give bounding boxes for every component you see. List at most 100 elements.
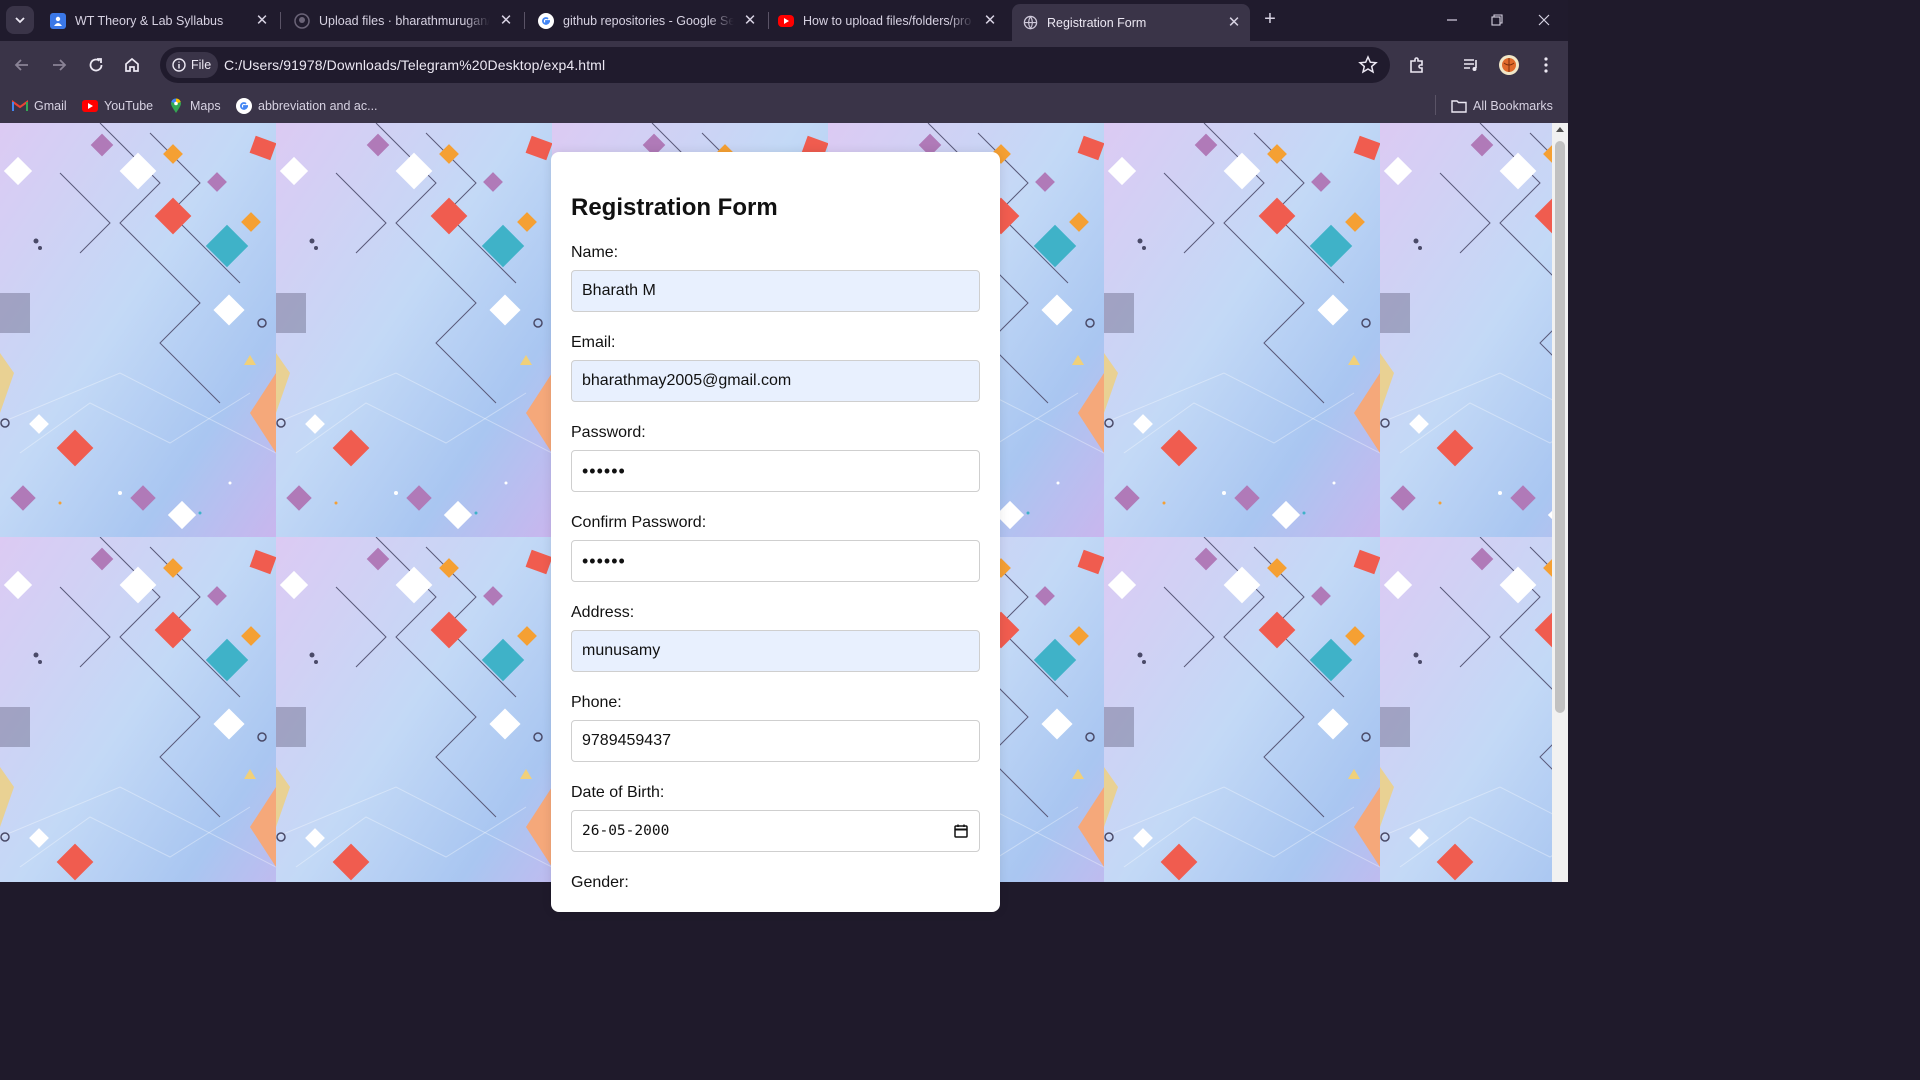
background-tile [1104, 123, 1380, 537]
background-tile [276, 123, 552, 537]
minimize-button[interactable] [1440, 8, 1464, 32]
arrow-left-icon [14, 59, 28, 71]
dob-input[interactable]: 26-05-2000 [571, 810, 980, 852]
registration-form-card: Registration Form Name: Bharath M Email:… [551, 152, 1000, 912]
background-tile [0, 123, 276, 537]
confirm-password-label: Confirm Password: [571, 514, 707, 531]
gender-label: Gender: [571, 874, 629, 891]
reload-button[interactable] [82, 51, 110, 79]
password-label: Password: [571, 424, 646, 441]
extensions-button[interactable] [1405, 53, 1429, 77]
google-icon [538, 12, 554, 29]
close-icon[interactable]: ✕ [496, 11, 516, 31]
email-label: Email: [571, 334, 616, 351]
bookmark-label: Gmail [34, 99, 67, 113]
scrollbar-thumb[interactable] [1555, 141, 1565, 713]
address-label: Address: [571, 604, 635, 621]
name-input[interactable]: Bharath M [571, 270, 980, 312]
google-classroom-icon [50, 12, 66, 29]
tab-title: How to upload files/folders/pro [803, 13, 972, 28]
bookmarks-divider [1435, 95, 1436, 115]
address-bar[interactable]: File C:/Users/91978/Downloads/Telegram%2… [160, 47, 1390, 83]
bookmark-abbreviation[interactable]: abbreviation and ac... [236, 95, 378, 117]
tab-search-button[interactable] [6, 6, 34, 34]
tab-title: WT Theory & Lab Syllabus [75, 13, 224, 28]
password-input[interactable]: •••••• [571, 450, 980, 492]
name-label: Name: [571, 244, 619, 261]
info-icon [172, 58, 186, 72]
tab-title: Upload files · bharathmurugan/ [319, 13, 490, 28]
phone-input[interactable]: 9789459437 [571, 720, 980, 762]
email-value: bharathmay2005@gmail.com [582, 372, 792, 389]
calendar-icon[interactable] [953, 823, 969, 839]
tab-upload-files[interactable]: Upload files · bharathmurugan/ ✕ [284, 4, 522, 37]
restore-icon [1491, 14, 1503, 26]
close-icon [1538, 14, 1550, 26]
bookmark-label: Maps [190, 99, 221, 113]
bookmark-label: abbreviation and ac... [258, 99, 378, 113]
confirm-password-value: •••••• [582, 550, 626, 571]
background-tile [0, 537, 276, 882]
close-icon[interactable]: ✕ [1224, 13, 1244, 33]
vertical-scrollbar[interactable] [1552, 123, 1568, 882]
address-value: munusamy [582, 642, 661, 659]
background-tile [276, 537, 552, 882]
url-text[interactable]: C:/Users/91978/Downloads/Telegram%20Desk… [224, 57, 605, 73]
phone-value: 9789459437 [582, 732, 671, 749]
globe-icon [1022, 15, 1038, 31]
window-close-button[interactable] [1532, 8, 1556, 32]
address-input[interactable]: munusamy [571, 630, 980, 672]
scroll-up-arrow-icon[interactable] [1556, 127, 1564, 132]
youtube-icon [82, 98, 98, 114]
forward-button[interactable] [45, 51, 73, 79]
form-title: Registration Form [571, 194, 778, 221]
new-tab-button[interactable]: + [1258, 8, 1282, 32]
tab-strip: WT Theory & Lab Syllabus ✕ Upload files … [0, 0, 1568, 41]
close-icon[interactable]: ✕ [740, 11, 760, 31]
home-icon [125, 57, 139, 72]
tab-wt-theory[interactable]: WT Theory & Lab Syllabus ✕ [40, 4, 278, 37]
chip-label: File [191, 58, 212, 72]
all-bookmarks-label: All Bookmarks [1473, 99, 1553, 113]
background-tile [1380, 123, 1552, 537]
minimize-icon [1447, 19, 1457, 21]
bookmark-star-icon[interactable] [1358, 55, 1378, 75]
confirm-password-input[interactable]: •••••• [571, 540, 980, 582]
youtube-icon [778, 14, 794, 27]
queue-music-icon [1464, 59, 1477, 71]
tab-registration-form[interactable]: Registration Form ✕ [1012, 4, 1250, 41]
home-button[interactable] [118, 51, 146, 79]
profile-avatar[interactable] [1497, 53, 1521, 77]
all-bookmarks-button[interactable]: All Bookmarks [1451, 95, 1553, 117]
bookmark-label: YouTube [104, 99, 154, 113]
close-icon[interactable]: ✕ [252, 11, 272, 31]
email-input[interactable]: bharathmay2005@gmail.com [571, 360, 980, 402]
tab-divider [280, 12, 281, 29]
phone-label: Phone: [571, 694, 622, 711]
tab-title: Registration Form [1047, 15, 1147, 30]
tab-title: github repositories - Google Se [563, 13, 734, 28]
restore-button[interactable] [1485, 8, 1509, 32]
more-vertical-icon [1544, 57, 1548, 73]
tab-github-repositories[interactable]: github repositories - Google Se ✕ [528, 4, 766, 37]
bookmark-youtube[interactable]: YouTube [82, 95, 153, 117]
password-value: •••••• [582, 460, 626, 481]
arrow-right-icon [53, 59, 67, 71]
menu-button[interactable] [1534, 53, 1558, 77]
google-icon [236, 98, 252, 114]
reload-icon [89, 58, 103, 72]
tab-how-to-upload[interactable]: How to upload files/folders/pro ✕ [768, 4, 1006, 37]
background-tile [1380, 537, 1552, 882]
github-icon [294, 12, 310, 29]
close-icon[interactable]: ✕ [980, 11, 1000, 31]
bookmark-maps[interactable]: Maps [168, 95, 221, 117]
back-button[interactable] [8, 51, 36, 79]
media-controls-button[interactable] [1459, 53, 1483, 77]
bookmark-gmail[interactable]: Gmail [12, 95, 67, 117]
site-info-chip[interactable]: File [166, 52, 218, 78]
avatar-icon [1499, 55, 1519, 75]
browser-toolbar: File C:/Users/91978/Downloads/Telegram%2… [0, 41, 1568, 89]
name-value: Bharath M [582, 282, 656, 299]
bookmarks-bar: Gmail YouTube Maps abbreviation and ac..… [0, 89, 1568, 123]
background-tile [1104, 537, 1380, 882]
